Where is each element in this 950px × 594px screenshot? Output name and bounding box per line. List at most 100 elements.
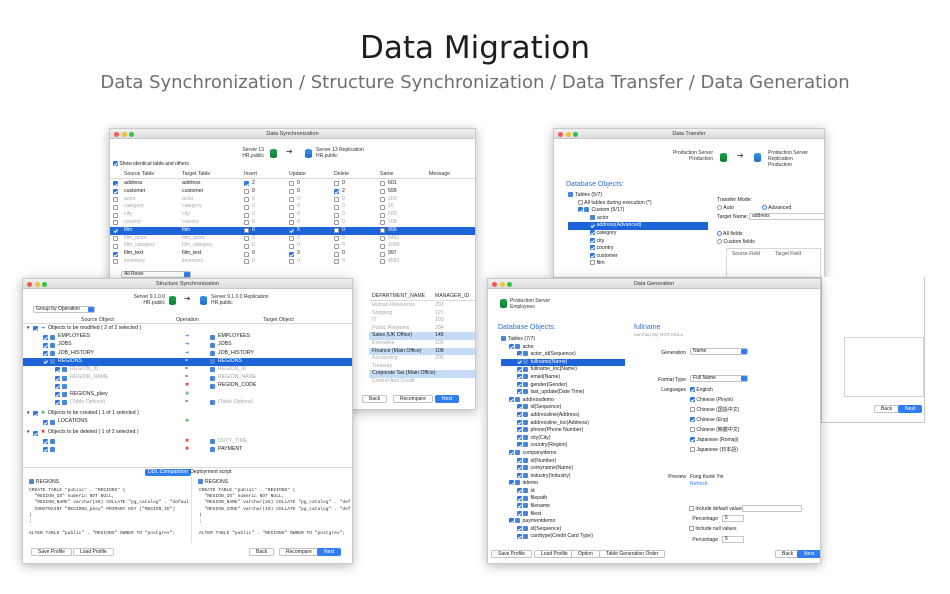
cell-checkbox[interactable] [244, 251, 249, 257]
tree-checkbox[interactable] [517, 358, 522, 364]
load-profile-button[interactable]: Load Profile [534, 550, 575, 558]
cell-checkbox[interactable] [334, 235, 339, 241]
section-header[interactable]: ▾ ✖ Objects to be deleted ( 1 of 2 selecte… [23, 429, 352, 437]
tree-item[interactable]: addressdemo [522, 397, 553, 403]
table-row[interactable]: film film 0 5 0 995 [110, 226, 475, 235]
tree-checkbox[interactable] [517, 389, 522, 395]
tree-checkbox[interactable] [517, 495, 522, 501]
tree-item[interactable]: customer [596, 253, 617, 259]
percentage-input-2[interactable]: 5 [722, 536, 744, 543]
row-checkbox[interactable] [113, 212, 118, 218]
tree-checkbox[interactable] [509, 450, 514, 456]
object-row[interactable]: REGION_ID = REGION_ID [23, 366, 352, 374]
tree-checkbox[interactable] [517, 457, 522, 463]
cell-checkbox[interactable] [244, 220, 249, 226]
table-row[interactable]: category category 0 0 0 16 [110, 203, 475, 211]
tree-checkbox[interactable] [509, 396, 514, 402]
tab-deployment-script[interactable]: Deployment script [187, 469, 235, 476]
tree-item[interactable]: itdemo [522, 480, 538, 486]
next-button[interactable]: Next [317, 548, 342, 556]
tree-item[interactable]: country [596, 245, 613, 251]
tab-ddl-comparison[interactable]: DDL Comparison [145, 469, 191, 476]
cell-checkbox[interactable] [334, 243, 339, 249]
table-row[interactable]: film_actor film_actor 0 0 0 5462 [110, 235, 475, 243]
cell-checkbox[interactable] [334, 228, 339, 234]
tree-checkbox[interactable] [517, 510, 522, 516]
format-type-select[interactable]: Full Name [690, 375, 748, 382]
cell-checkbox[interactable] [380, 243, 385, 249]
cell-checkbox[interactable] [244, 204, 249, 210]
object-tree[interactable]: Tables (5/7) All tables during execution… [568, 192, 708, 268]
cell-checkbox[interactable] [289, 243, 294, 249]
tree-item[interactable]: Custom (5/17) [591, 207, 624, 213]
object-row[interactable]: JOB_HISTORY ➔ JOB_HISTORY [23, 350, 352, 358]
tree-checkbox[interactable] [517, 533, 522, 539]
cell-checkbox[interactable] [380, 220, 385, 226]
cell-checkbox[interactable] [334, 204, 339, 210]
object-row[interactable]: ✖ DUTY_TIME [23, 438, 352, 446]
default-value-input[interactable] [742, 505, 802, 512]
back-button[interactable]: Back [362, 395, 388, 403]
recompare-button[interactable]: Recompare [393, 395, 433, 403]
percentage-input[interactable]: 5 [722, 515, 744, 522]
object-row[interactable]: REGIONS_pkey ✚ [23, 391, 352, 399]
tree-item[interactable]: filename [530, 503, 550, 509]
cell-checkbox[interactable] [289, 196, 294, 202]
cell-checkbox[interactable] [244, 235, 249, 241]
row-checkbox[interactable] [113, 251, 118, 257]
cell-checkbox[interactable] [244, 189, 249, 195]
tree-item[interactable]: id(Number) [530, 458, 556, 464]
refresh-link[interactable]: Refresh [690, 481, 708, 487]
next-button[interactable]: Next [797, 550, 820, 558]
tree-item[interactable]: id [530, 488, 534, 494]
table-row[interactable]: city city 0 0 0 600 [110, 211, 475, 219]
include-null-checkbox[interactable] [689, 526, 694, 532]
tree-checkbox[interactable] [517, 381, 522, 387]
cell-checkbox[interactable] [334, 251, 339, 257]
row-checkbox[interactable] [113, 243, 118, 249]
tree-checkbox[interactable] [517, 412, 522, 418]
tree-checkbox[interactable] [517, 374, 522, 380]
tree-checkbox[interactable] [517, 404, 522, 410]
tree-item[interactable]: addressline(Address) [530, 412, 579, 418]
tree-checkbox[interactable] [517, 434, 522, 440]
tree-item[interactable]: country(Region) [530, 442, 567, 448]
tree-checkbox[interactable] [509, 480, 514, 486]
object-row[interactable]: ✖ PAYMENT [23, 446, 352, 454]
language-checkbox[interactable] [690, 417, 695, 423]
object-row[interactable]: ✖ REGION_CODE [23, 382, 352, 390]
tree-item[interactable]: film [596, 260, 604, 266]
cell-checkbox[interactable] [380, 189, 385, 195]
row-checkbox[interactable] [113, 220, 118, 226]
table-row[interactable]: country country 0 0 0 109 [110, 219, 475, 227]
tree-checkbox[interactable] [517, 419, 522, 425]
tree-checkbox[interactable] [517, 366, 522, 372]
include-default-checkbox[interactable] [689, 506, 694, 512]
tree-checkbox[interactable] [517, 465, 522, 471]
cell-checkbox[interactable] [289, 251, 294, 257]
tree-checkbox[interactable] [509, 343, 514, 349]
advanced-radio[interactable] [762, 205, 767, 211]
tree-item[interactable]: fullname_loc(Name) [530, 366, 576, 372]
cell-checkbox[interactable] [244, 196, 249, 202]
all-fields-radio[interactable] [717, 231, 722, 237]
table-row[interactable]: customer customer 0 0 2 599 [110, 188, 475, 196]
cell-checkbox[interactable] [380, 196, 385, 202]
tree-item[interactable]: last_update(Date Time) [530, 389, 584, 395]
object-tree[interactable]: Tables (7/7) actor actor_id(Sequence) fu… [501, 336, 625, 541]
row-checkbox[interactable] [113, 189, 118, 195]
section-header[interactable]: ▾ ✚ Objects to be created ( 1 of 1 selecte… [23, 410, 352, 418]
tree-checkbox[interactable] [517, 472, 522, 478]
load-profile-button[interactable]: Load Profile [73, 548, 114, 556]
tree-item[interactable]: gender(Gender) [530, 382, 567, 388]
tree-item[interactable]: paymentdemo [522, 518, 555, 524]
cell-checkbox[interactable] [334, 189, 339, 195]
recompare-button[interactable]: Recompare [279, 548, 319, 556]
cell-checkbox[interactable] [380, 181, 385, 187]
table-row[interactable]: film_category film_category 0 0 0 1000 [110, 242, 475, 250]
cell-checkbox[interactable] [244, 243, 249, 249]
object-row[interactable]: JOBS ➔ JOBS [23, 341, 352, 349]
tree-checkbox[interactable] [517, 503, 522, 509]
row-checkbox[interactable] [113, 259, 118, 265]
tree-item[interactable]: actor [522, 344, 534, 350]
